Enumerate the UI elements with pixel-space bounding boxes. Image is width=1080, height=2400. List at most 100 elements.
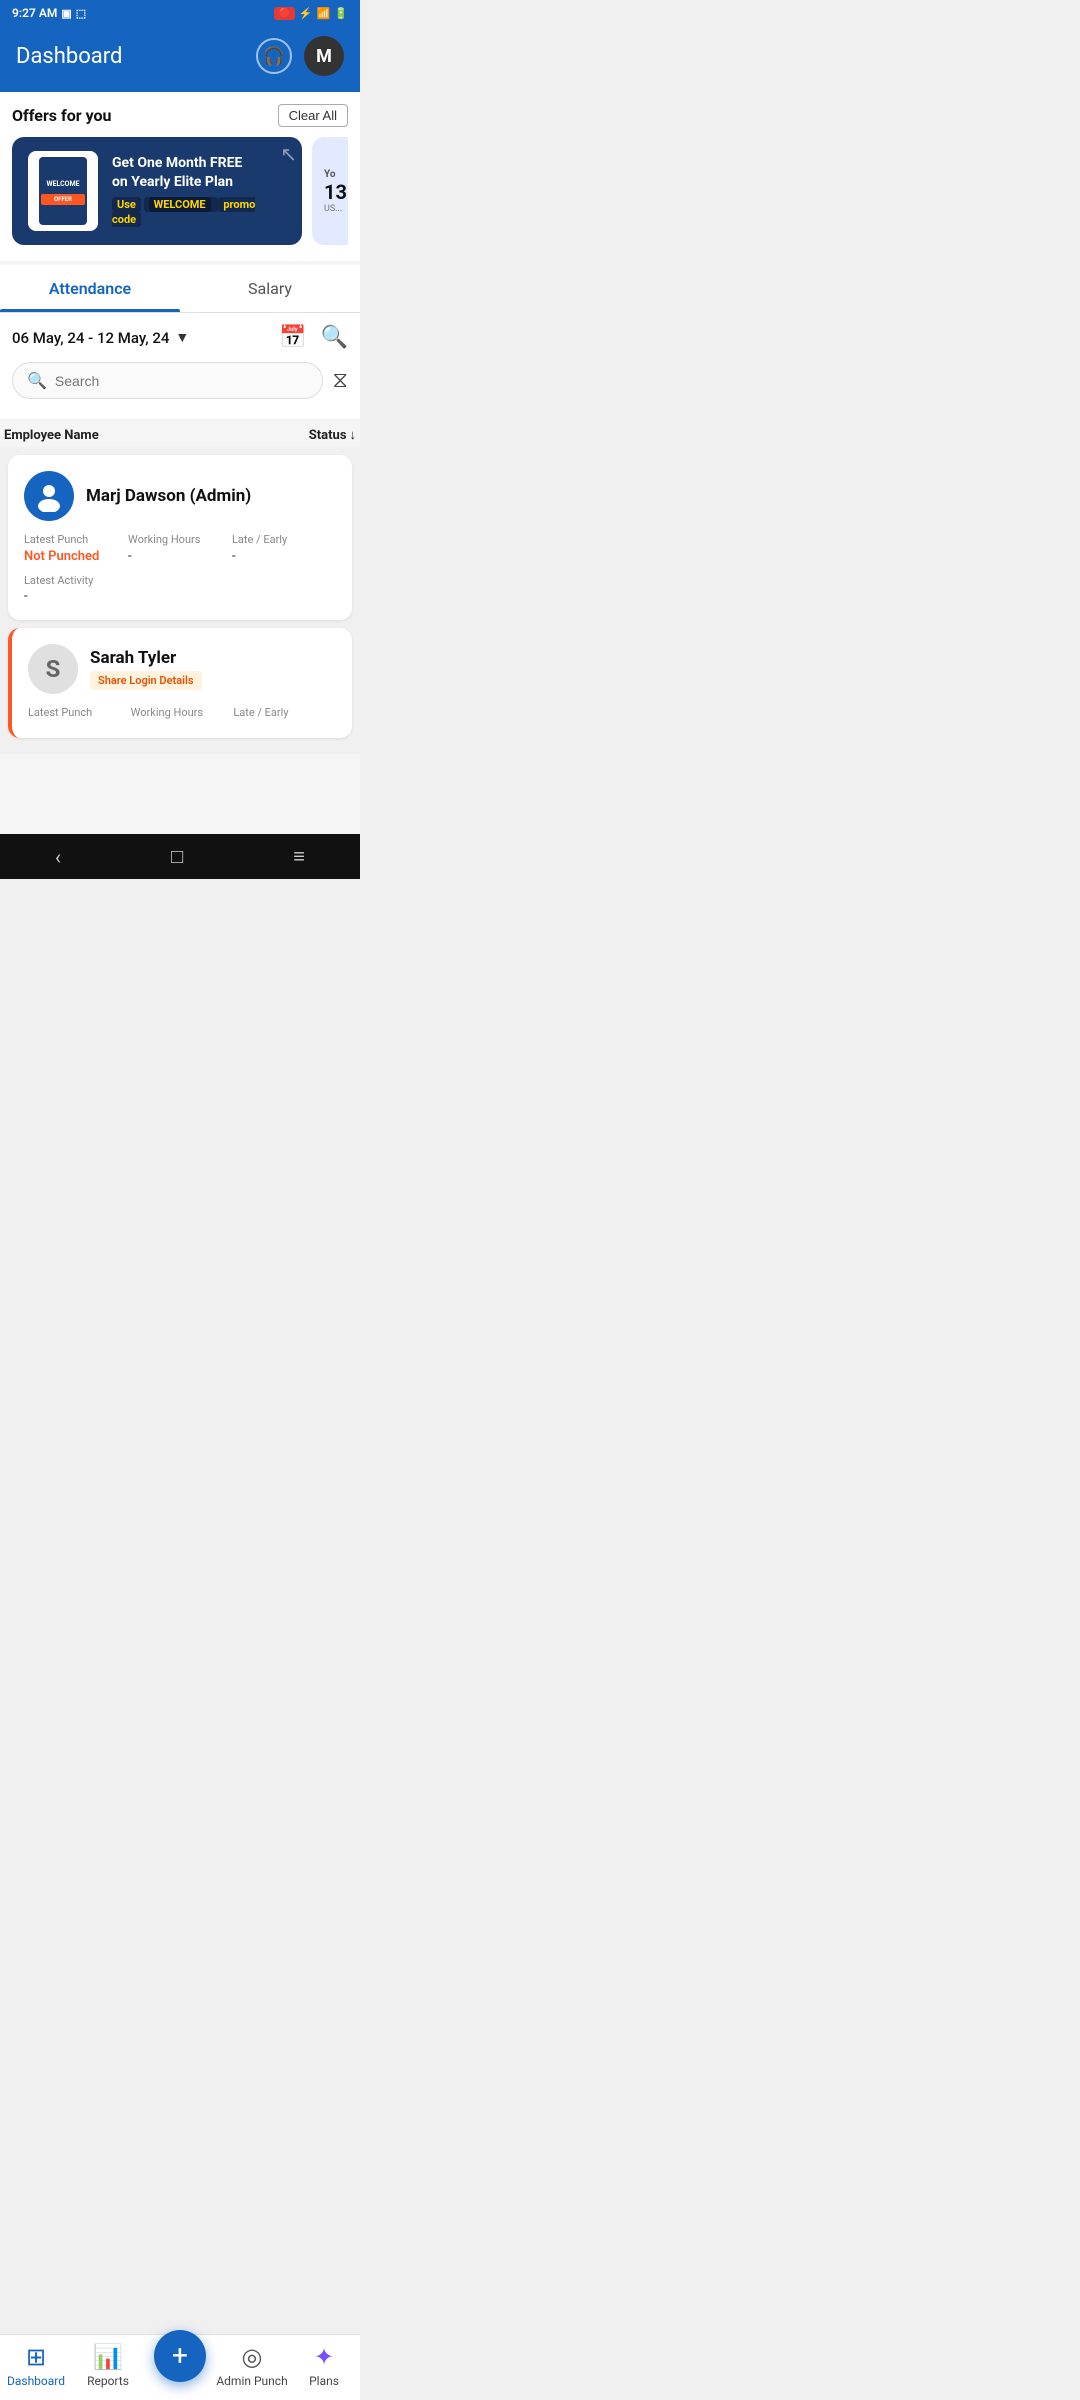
home-button[interactable]: □	[171, 844, 183, 869]
chevron-down-icon: ▼	[175, 329, 189, 346]
sort-icon: ↓	[350, 427, 357, 443]
tab-salary[interactable]: Salary	[180, 265, 360, 312]
stat-late-early: Late / Early -	[232, 533, 336, 564]
search-inner-icon: 🔍	[27, 371, 47, 390]
headset-icon[interactable]: 🎧	[256, 38, 292, 74]
secondary-offer-title: Yo	[324, 169, 348, 180]
status-bar: 9:27 AM ▣ ⬚ 🔴 ⚡ 📶 🔋	[0, 0, 360, 26]
card-stats: Latest Punch Working Hours Late / Early	[28, 706, 336, 722]
fab-plus-icon: +	[172, 2342, 188, 2370]
promo-code: WELCOME	[144, 197, 219, 212]
avatar-initial: M	[316, 46, 332, 67]
nav-fab[interactable]: +	[144, 2350, 216, 2382]
status-left: 9:27 AM ▣ ⬚	[12, 6, 86, 20]
date-row: 06 May, 24 - 12 May, 24 ▼ 📅 🔍	[12, 325, 348, 350]
avatar[interactable]: M	[304, 36, 344, 76]
stat-late-early: Late / Early	[233, 706, 336, 722]
late-early-label: Late / Early	[233, 706, 336, 719]
cursor-icon: ↖	[280, 142, 297, 166]
nav-plans-label: Plans	[309, 2374, 339, 2388]
employee-card[interactable]: Marj Dawson (Admin) Latest Punch Not Pun…	[8, 455, 352, 620]
nav-dashboard-label: Dashboard	[7, 2374, 65, 2388]
activity-label: Latest Activity	[24, 574, 336, 587]
sim-icon: ▣	[61, 7, 71, 20]
clear-all-button[interactable]: Clear All	[278, 104, 348, 127]
offers-scroll[interactable]: WELCOME OFFER Get One Month FREE on Year…	[12, 137, 348, 245]
nav-dashboard[interactable]: ⊞ Dashboard	[0, 2343, 72, 2388]
phone-screen: WELCOME OFFER	[39, 157, 87, 225]
offer-card-main[interactable]: WELCOME OFFER Get One Month FREE on Year…	[12, 137, 302, 245]
employee-name: Marj Dawson (Admin)	[86, 486, 251, 506]
employee-cards: Marj Dawson (Admin) Latest Punch Not Pun…	[0, 447, 360, 754]
offers-title: Offers for you	[12, 106, 112, 125]
stat-latest-punch: Latest Punch Not Punched	[24, 533, 128, 564]
header-icons: 🎧 M	[256, 36, 344, 76]
attendance-content: 06 May, 24 - 12 May, 24 ▼ 📅 🔍 🔍 ⧖	[0, 313, 360, 419]
filter-icon[interactable]: ⧖	[333, 368, 348, 393]
dashboard-icon: ⊞	[26, 2343, 46, 2371]
offer-card-secondary[interactable]: Yo 13 US...	[312, 137, 348, 245]
avatar: S	[28, 644, 78, 694]
secondary-offer-number: 13	[324, 180, 348, 204]
share-badge: Share Login Details	[90, 671, 202, 690]
menu-button[interactable]: ≡	[293, 844, 305, 869]
stat-latest-punch: Latest Punch	[28, 706, 131, 722]
offers-section: Offers for you Clear All WELCOME OFFER G…	[0, 92, 360, 261]
column-status-header: Status ↓	[309, 427, 356, 443]
offer-text-content: Get One Month FREE on Yearly Elite Plan …	[112, 154, 286, 227]
main-content: Offers for you Clear All WELCOME OFFER G…	[0, 92, 360, 834]
nav-reports-label: Reports	[87, 2374, 129, 2388]
late-early-label: Late / Early	[232, 533, 336, 546]
wifi-icon: 📶	[317, 7, 331, 20]
offers-header: Offers for you Clear All	[12, 104, 348, 127]
nav-admin-punch[interactable]: ◎ Admin Punch	[216, 2343, 288, 2388]
latest-punch-label: Latest Punch	[28, 706, 131, 719]
employee-card[interactable]: S Sarah Tyler Share Login Details Latest…	[8, 628, 352, 738]
bluetooth-icon: ⚡	[299, 7, 313, 20]
bottom-nav: ⊞ Dashboard 📊 Reports + ◎ Admin Punch ✦ …	[0, 2334, 360, 2400]
employee-info: Marj Dawson (Admin)	[86, 486, 251, 506]
date-selector[interactable]: 06 May, 24 - 12 May, 24 ▼	[12, 329, 189, 347]
nav-reports[interactable]: 📊 Reports	[72, 2343, 144, 2388]
latest-punch-label: Latest Punch	[24, 533, 128, 546]
offer-badge: OFFER	[41, 194, 84, 205]
fab-button[interactable]: +	[154, 2330, 206, 2382]
admin-punch-icon: ◎	[242, 2343, 263, 2371]
back-button[interactable]: ‹	[55, 845, 61, 869]
search-input[interactable]	[55, 373, 308, 389]
employee-info: Sarah Tyler Share Login Details	[90, 648, 202, 690]
late-early-value: -	[232, 549, 336, 564]
card-activity: Latest Activity -	[24, 574, 336, 604]
search-box[interactable]: 🔍	[12, 362, 323, 399]
avatar-letter: S	[46, 655, 61, 683]
search-row: 🔍 ⧖	[12, 362, 348, 399]
time-display: 9:27 AM	[12, 6, 57, 20]
battery-icon: 🔴	[274, 7, 294, 20]
calendar-icon[interactable]: 📅	[279, 325, 306, 350]
status-right: 🔴 ⚡ 📶 🔋	[274, 7, 348, 20]
card-header: S Sarah Tyler Share Login Details	[28, 644, 336, 694]
table-header: Employee Name Status ↓	[0, 419, 360, 447]
welcome-badge: WELCOME	[41, 177, 84, 191]
working-hours-value: -	[128, 549, 232, 564]
offer-phone-image: WELCOME OFFER	[28, 151, 98, 231]
offer-promo-text: Use WELCOME promo code	[112, 197, 286, 228]
bottom-spacer	[0, 754, 360, 834]
app-header: Dashboard 🎧 M	[0, 26, 360, 92]
cast-icon: ⬚	[76, 7, 86, 20]
activity-value: -	[24, 589, 336, 604]
avatar	[24, 471, 74, 521]
date-range-display: 06 May, 24 - 12 May, 24	[12, 329, 169, 347]
column-name-header: Employee Name	[4, 428, 99, 443]
offer-main-text: Get One Month FREE on Yearly Elite Plan	[112, 154, 286, 190]
nav-plans[interactable]: ✦ Plans	[288, 2343, 360, 2388]
tab-attendance[interactable]: Attendance	[0, 265, 180, 312]
card-stats: Latest Punch Not Punched Working Hours -…	[24, 533, 336, 564]
secondary-offer-subtitle: US...	[324, 204, 348, 214]
promo-prefix: Use	[112, 197, 141, 212]
nav-admin-punch-label: Admin Punch	[216, 2374, 287, 2388]
search-icon[interactable]: 🔍	[321, 325, 348, 350]
plans-icon: ✦	[314, 2343, 334, 2371]
working-hours-label: Working Hours	[128, 533, 232, 546]
page-title: Dashboard	[16, 44, 122, 69]
